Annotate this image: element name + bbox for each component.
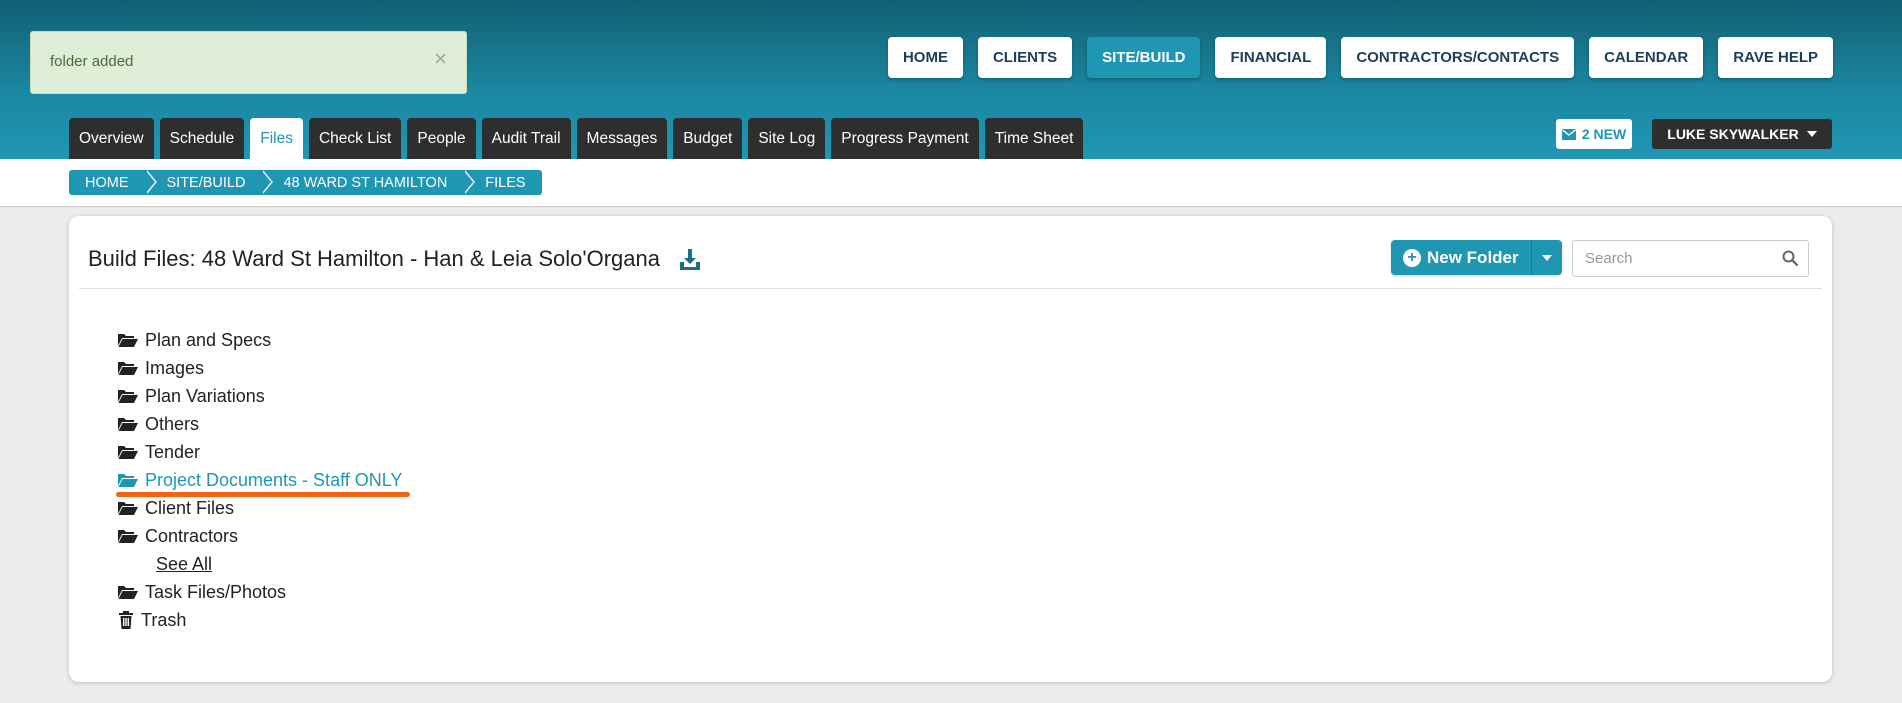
success-alert: folder added × <box>30 31 467 94</box>
new-messages-button[interactable]: 2 NEW <box>1556 119 1632 149</box>
chevron-down-icon <box>1806 131 1817 137</box>
folder-task-files-photos[interactable]: Task Files/Photos <box>117 578 402 606</box>
page-title: Build Files: 48 Ward St Hamilton - Han &… <box>88 246 660 271</box>
new-folder-button-group: + New Folder <box>1391 240 1562 275</box>
folder-open-icon <box>118 390 138 403</box>
close-icon[interactable]: × <box>434 48 447 70</box>
files-card: Build Files: 48 Ward St Hamilton - Han &… <box>69 216 1832 682</box>
tab-site-log[interactable]: Site Log <box>748 118 826 159</box>
tab-time-sheet[interactable]: Time Sheet <box>984 118 1084 159</box>
nav-financial-button[interactable]: FINANCIAL <box>1215 37 1327 78</box>
folder-label: Trash <box>141 609 187 630</box>
folder-client-files[interactable]: Client Files <box>117 494 402 522</box>
tab-progress-payment[interactable]: Progress Payment <box>831 118 979 159</box>
breadcrumb-address[interactable]: 48 WARD ST HAMILTON <box>261 170 476 195</box>
breadcrumb-home[interactable]: HOME <box>69 170 156 195</box>
folder-label: Plan Variations <box>145 385 265 406</box>
breadcrumb-site-build[interactable]: SITE/BUILD <box>145 170 274 195</box>
folder-contractors[interactable]: Contractors <box>117 522 402 550</box>
tab-schedule[interactable]: Schedule <box>159 118 245 159</box>
folder-open-icon <box>118 586 138 599</box>
folder-images[interactable]: Images <box>117 354 402 382</box>
breadcrumb-band: HOME SITE/BUILD 48 WARD ST HAMILTON FILE… <box>0 159 1902 207</box>
tab-files[interactable]: Files <box>250 118 303 159</box>
new-folder-button[interactable]: + New Folder <box>1391 240 1532 275</box>
new-messages-label: 2 NEW <box>1581 126 1627 142</box>
folder-open-icon <box>118 362 138 375</box>
folder-label: Client Files <box>145 497 235 518</box>
user-menu-button[interactable]: LUKE SKYWALKER <box>1652 119 1832 149</box>
folder-open-icon <box>118 446 138 459</box>
tab-overview[interactable]: Overview <box>69 118 154 159</box>
folder-others[interactable]: Others <box>117 410 402 438</box>
folder-open-icon <box>118 474 138 487</box>
search-icon[interactable] <box>1782 250 1798 266</box>
annotation-underline <box>116 492 410 497</box>
folder-trash[interactable]: Trash <box>117 606 402 634</box>
new-folder-label: New Folder <box>1427 247 1519 267</box>
nav-home-button[interactable]: HOME <box>887 37 963 78</box>
folder-open-icon <box>118 530 138 543</box>
folder-label: Images <box>145 357 205 378</box>
nav-clients-button[interactable]: CLIENTS <box>977 37 1073 78</box>
tab-audit-trail[interactable]: Audit Trail <box>481 118 571 159</box>
see-all-link[interactable]: See All <box>117 550 402 578</box>
nav-rave-help-button[interactable]: RAVE HELP <box>1718 37 1833 78</box>
folder-label: Contractors <box>145 525 239 546</box>
folder-project-documents[interactable]: Project Documents - Staff ONLY <box>117 466 402 494</box>
folder-plan-and-specs[interactable]: Plan and Specs <box>117 326 402 354</box>
divider <box>79 288 1822 289</box>
search-input[interactable] <box>1573 242 1773 275</box>
nav-contractors-button[interactable]: CONTRACTORS/CONTACTS <box>1341 37 1575 78</box>
folder-open-icon <box>118 418 138 431</box>
tab-check-list[interactable]: Check List <box>308 118 402 159</box>
top-navigation: HOME CLIENTS SITE/BUILD FINANCIAL CONTRA… <box>887 37 1833 78</box>
plus-circle-icon: + <box>1403 248 1421 267</box>
chevron-down-icon <box>1541 254 1552 261</box>
folder-label: Plan and Specs <box>145 329 272 350</box>
envelope-icon <box>1561 128 1576 140</box>
tab-people[interactable]: People <box>407 118 476 159</box>
folder-open-icon <box>118 502 138 515</box>
folder-label: Tender <box>145 441 201 462</box>
new-folder-dropdown-toggle[interactable] <box>1531 240 1562 275</box>
folder-tender[interactable]: Tender <box>117 438 402 466</box>
folder-plan-variations[interactable]: Plan Variations <box>117 382 402 410</box>
build-tabs: Overview Schedule Files Check List Peopl… <box>69 118 1084 159</box>
folder-open-icon <box>118 334 138 347</box>
folder-label: Project Documents - Staff ONLY <box>145 469 403 490</box>
tab-messages[interactable]: Messages <box>576 118 668 159</box>
folder-list: Plan and Specs Images Plan Variations Ot… <box>117 326 402 634</box>
download-icon[interactable] <box>677 246 703 272</box>
folder-label: Task Files/Photos <box>145 581 287 602</box>
search-box <box>1572 240 1809 277</box>
header-band: folder added × HOME CLIENTS SITE/BUILD F… <box>0 0 1902 159</box>
nav-calendar-button[interactable]: CALENDAR <box>1589 37 1704 78</box>
nav-site-build-button[interactable]: SITE/BUILD <box>1087 37 1201 78</box>
breadcrumb: HOME SITE/BUILD 48 WARD ST HAMILTON FILE… <box>69 170 542 195</box>
alert-message: folder added <box>50 53 134 70</box>
tab-budget[interactable]: Budget <box>673 118 743 159</box>
user-name: LUKE SKYWALKER <box>1667 126 1799 142</box>
trash-icon <box>119 611 133 629</box>
folder-label: Others <box>145 413 200 434</box>
